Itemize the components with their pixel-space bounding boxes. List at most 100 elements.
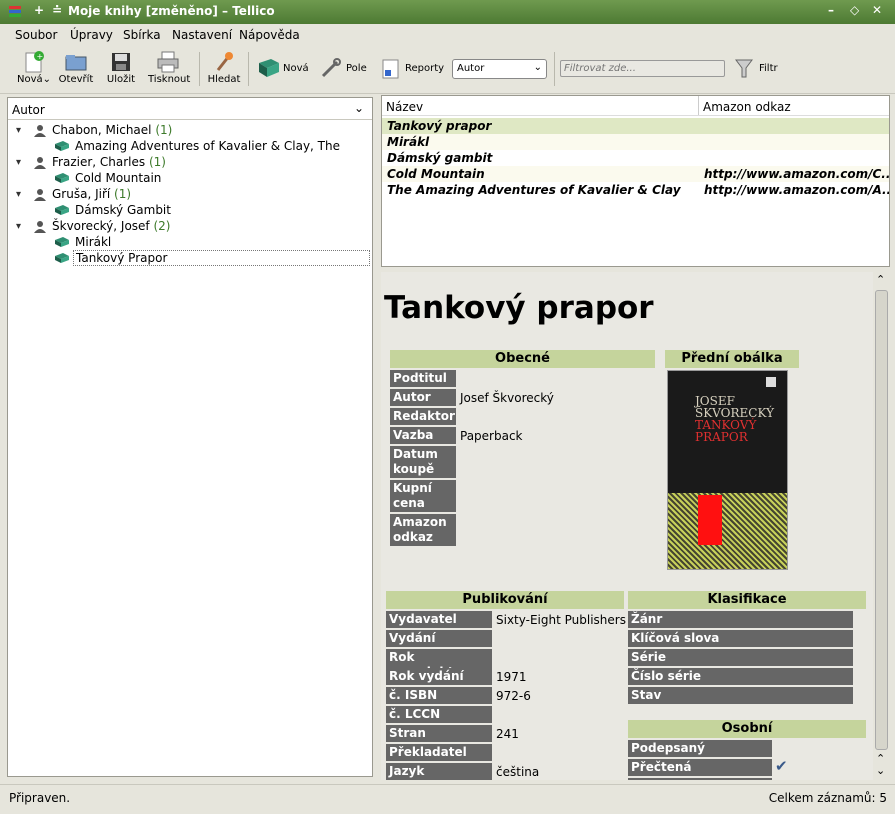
field-label-isbn: č. ISBN: [386, 687, 492, 704]
wrench-icon: [321, 58, 341, 78]
close-icon[interactable]: ✕: [872, 3, 882, 17]
person-icon: [34, 157, 46, 169]
person-icon: [34, 189, 46, 201]
field-label-amazon-link: Amazon odkaz: [390, 514, 456, 546]
open-label: Otevřít: [58, 74, 94, 85]
field-label-editor: Redaktor: [390, 408, 456, 425]
minimize-icon[interactable]: –: [828, 3, 834, 17]
book-icon: [55, 141, 69, 151]
save-disk-icon: [112, 53, 130, 71]
toolbar-separator: [554, 52, 555, 86]
field-label-keywords: Klíčová slova: [628, 630, 853, 647]
new-document-icon: +: [25, 51, 44, 73]
section-header-classification: Klasifikace: [628, 591, 866, 609]
tree-book-label: Cold Mountain: [75, 171, 162, 185]
list-row[interactable]: Mirákl: [382, 134, 889, 150]
shade-icon[interactable]: ≐: [52, 3, 62, 17]
entry-count: Celkem záznamů: 5: [768, 791, 887, 805]
group-view-header[interactable]: Autor ⌄: [8, 98, 372, 120]
expand-arrow-icon[interactable]: ▾: [16, 125, 21, 136]
tree-book-label: Dámský Gambit: [75, 203, 171, 217]
find-wand-icon: [216, 52, 233, 71]
group-by-select[interactable]: Autor ⌄: [452, 59, 547, 79]
cover-publisher-logo: [766, 377, 776, 387]
menu-nastaveni[interactable]: Nastavení: [172, 28, 232, 42]
column-header-title[interactable]: Název: [386, 100, 423, 114]
section-header-personal: Osobní: [628, 720, 866, 738]
maximize-icon[interactable]: ◇: [850, 3, 859, 17]
tree-author-label: Škvorecký, Josef (2): [52, 219, 171, 233]
field-label-signed: Podepsaný: [628, 740, 772, 757]
book-icon: [55, 237, 69, 247]
title-bar: + ≐ Moje knihy [změněno] – Tellico – ◇ ✕: [0, 0, 895, 24]
group-header-label: Autor: [12, 103, 45, 117]
field-label-genre: Žánr: [628, 611, 853, 628]
field-value-publisher: Sixty-Eight Publishers: [496, 613, 626, 627]
field-label-publisher: Vydavatel: [386, 611, 492, 628]
front-cover-image[interactable]: JOSEF ŠKVORECKÝ TANKOVÝ PRAPOR: [667, 370, 788, 570]
tree-author-label: Chabon, Michael (1): [52, 123, 173, 137]
cover-red-band: [698, 495, 722, 545]
status-bar: Připraven. Celkem záznamů: 5: [0, 784, 895, 814]
tree-book-label: Tankový Prapor: [73, 250, 370, 266]
section-header-general: Obecné: [390, 350, 655, 368]
tree-book-label: Amazing Adventures of Kavalier & Clay, T…: [75, 139, 340, 153]
person-icon: [34, 221, 46, 233]
tree-book-label: Mirákl: [75, 235, 112, 249]
column-header-amazon[interactable]: Amazon odkaz: [703, 100, 791, 114]
chevron-down-icon[interactable]: ⌄: [354, 101, 364, 115]
new-entry-label: Nová: [283, 63, 309, 74]
field-label-publication-year: Rok vydání: [386, 668, 492, 685]
expand-arrow-icon[interactable]: ▾: [16, 157, 21, 168]
field-label-price: Kupní cena: [390, 480, 456, 512]
scroll-up-icon[interactable]: ⌃: [876, 273, 885, 286]
list-row[interactable]: The Amazing Adventures of Kavalier & Cla…: [382, 182, 889, 198]
scroll-thumb[interactable]: [875, 290, 888, 750]
book-icon: [259, 59, 279, 77]
report-icon: [382, 59, 399, 79]
field-label-edition: Vydání: [386, 630, 492, 647]
menu-napoveda[interactable]: Nápověda: [239, 28, 300, 42]
list-row[interactable]: Cold Mountain http://www.amazon.com/C...: [382, 166, 889, 182]
app-icon[interactable]: [8, 4, 22, 21]
list-row[interactable]: Dámský gambit: [382, 150, 889, 166]
new-collection-button[interactable]: + Nová⌄: [16, 50, 52, 85]
reports-label: Reporty: [405, 63, 445, 74]
expand-arrow-icon[interactable]: ▾: [16, 189, 21, 200]
pin-icon[interactable]: +: [34, 3, 44, 17]
list-header: Název Amazon odkaz: [382, 96, 889, 116]
print-button[interactable]: Tisknout: [148, 50, 190, 85]
cover-text: JOSEF ŠKVORECKÝ TANKOVÝ PRAPOR: [695, 394, 775, 444]
tree-author-label: Gruša, Jiří (1): [52, 187, 132, 201]
filter-input[interactable]: [560, 60, 725, 77]
scroll-down-icon[interactable]: ⌄: [876, 764, 885, 777]
book-icon: [55, 205, 69, 215]
cover-pattern: [668, 493, 787, 569]
filter-funnel-icon: [735, 59, 753, 78]
cell-title: The Amazing Adventures of Kavalier & Cla…: [387, 183, 681, 197]
field-value-isbn: 972-6: [496, 689, 531, 703]
section-header-cover: Přední obálka: [665, 350, 799, 368]
list-row-selected[interactable]: Tankový prapor: [382, 118, 889, 134]
field-label-condition: Stav: [628, 687, 853, 704]
expand-arrow-icon[interactable]: ▾: [16, 221, 21, 232]
svg-text:+: +: [37, 52, 44, 61]
field-label-purchase-date: Datum koupě: [390, 446, 456, 478]
section-header-publishing: Publikování: [386, 591, 624, 609]
menu-soubor[interactable]: Soubor: [15, 28, 57, 42]
cell-amazon: http://www.amazon.com/C...: [704, 167, 889, 181]
save-button[interactable]: Uložit: [103, 50, 139, 85]
toolbar-separator: [248, 52, 249, 86]
cell-amazon: http://www.amazon.com/A...: [704, 183, 889, 197]
menu-sbirka[interactable]: Sbírka: [123, 28, 161, 42]
field-label-series: Série: [628, 649, 853, 666]
person-icon: [34, 125, 46, 137]
detail-scrollbar[interactable]: ⌃ ⌃ ⌄: [873, 272, 890, 780]
field-label-series-number: Číslo série: [628, 668, 853, 685]
filter-label: Filtr: [759, 63, 778, 74]
group-by-value: Autor: [457, 63, 485, 74]
menu-upravy[interactable]: Úpravy: [70, 28, 113, 42]
checkmark-icon: ✔: [775, 757, 788, 775]
open-button[interactable]: Otevřít: [58, 50, 94, 85]
find-button[interactable]: Hledat: [206, 50, 242, 85]
